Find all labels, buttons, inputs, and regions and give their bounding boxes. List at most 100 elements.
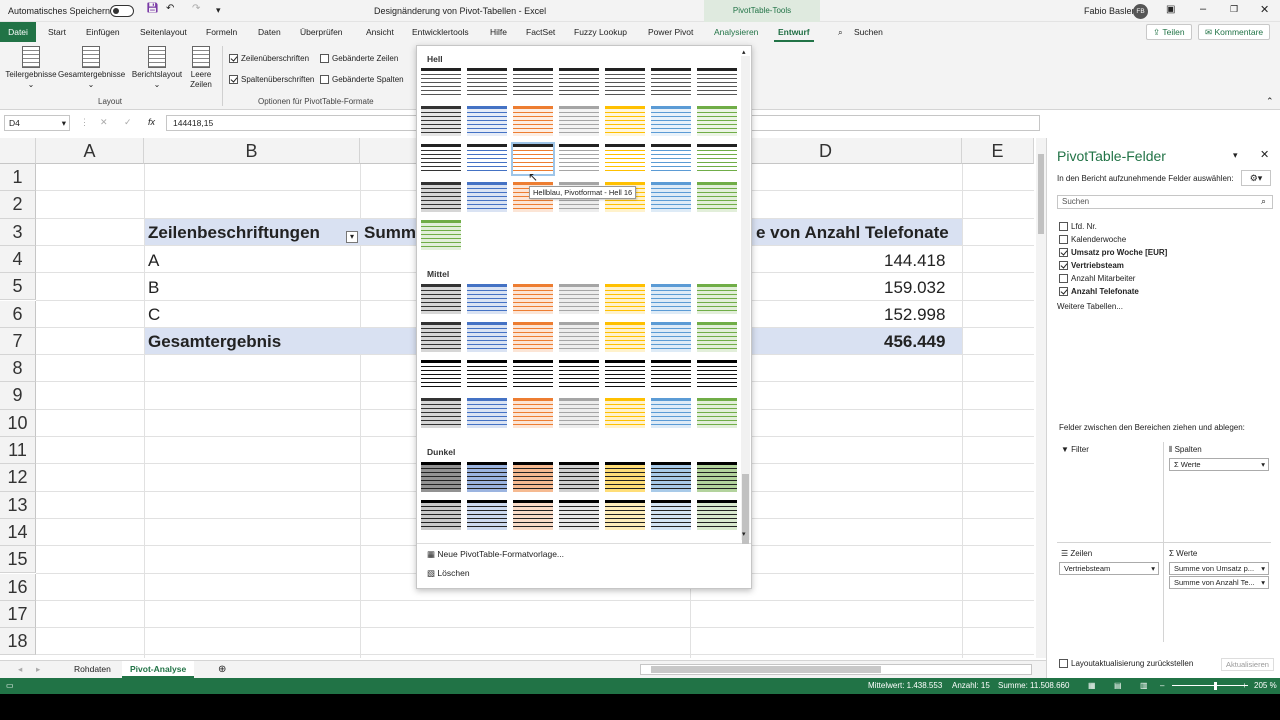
style-swatch-mittel[interactable] — [605, 322, 645, 352]
row-header[interactable]: 14 — [0, 518, 36, 547]
search-icon[interactable]: ⌕ — [834, 22, 847, 42]
row-header[interactable]: 18 — [0, 628, 36, 656]
style-swatch-mittel[interactable] — [697, 398, 737, 428]
redo-icon[interactable]: ↷ — [192, 4, 200, 14]
style-swatch-dunkel[interactable] — [559, 462, 599, 492]
sheet-tab-pivot-analyse[interactable]: Pivot-Analyse — [122, 661, 195, 678]
style-swatch-hell[interactable] — [559, 144, 599, 174]
tab-entwicklertools[interactable]: Entwicklertools — [408, 22, 473, 42]
tab-hilfe[interactable]: Hilfe — [486, 22, 511, 42]
insert-function-icon[interactable]: fx — [148, 117, 155, 127]
style-swatch-mittel[interactable] — [697, 284, 737, 314]
style-swatch-mittel[interactable] — [513, 398, 553, 428]
pivot-row-label[interactable]: B — [144, 274, 163, 301]
field-item[interactable]: Vertriebsteam — [1059, 261, 1124, 270]
tab-ansicht[interactable]: Ansicht — [362, 22, 398, 42]
horizontal-scrollbar[interactable] — [640, 664, 1032, 675]
style-swatch-hell[interactable] — [559, 68, 599, 98]
style-swatch-mittel[interactable] — [697, 322, 737, 352]
restore-icon[interactable]: ❐ — [1230, 4, 1238, 15]
page-layout-icon[interactable]: ▤ — [1114, 678, 1122, 694]
style-swatch-mittel[interactable] — [421, 322, 461, 352]
collapse-ribbon-icon[interactable]: ⌃ — [1266, 96, 1274, 107]
update-button[interactable]: Aktualisieren — [1221, 658, 1274, 671]
zoom-level[interactable]: 205 % — [1254, 678, 1277, 694]
style-swatch-hell[interactable] — [697, 106, 737, 136]
sheet-tab-rohdaten[interactable]: Rohdaten — [66, 661, 119, 678]
save-icon[interactable]: 💾︎ — [146, 4, 159, 14]
style-swatch-mittel[interactable] — [513, 360, 553, 390]
banded-rows-checkbox[interactable]: Gebänderte Zeilen — [320, 54, 398, 63]
more-tables-link[interactable]: Weitere Tabellen... — [1057, 302, 1123, 311]
zoom-slider[interactable] — [1172, 685, 1248, 686]
row-header[interactable]: 16 — [0, 573, 36, 601]
comments-button[interactable]: ✉ Kommentare — [1198, 24, 1271, 40]
row-header[interactable]: 10 — [0, 409, 36, 437]
gallery-scrollbar[interactable] — [741, 56, 750, 544]
values-field-umsatz[interactable]: Summe von Umsatz p... — [1169, 562, 1269, 575]
scroll-thumb[interactable] — [651, 666, 881, 673]
columns-field-values[interactable]: Σ Werte — [1169, 458, 1269, 471]
macro-record-icon[interactable]: ▭ — [6, 678, 14, 694]
column-header-b[interactable]: B — [144, 138, 360, 164]
normal-view-icon[interactable]: ▦ — [1088, 678, 1096, 694]
style-swatch-mittel[interactable] — [467, 284, 507, 314]
style-swatch-hell[interactable] — [605, 106, 645, 136]
style-swatch-hell[interactable] — [651, 144, 691, 174]
customize-qat-icon[interactable]: ▾ — [216, 5, 221, 16]
pivot-value-cell[interactable]: 144.418 — [880, 247, 949, 274]
style-swatch-mittel[interactable] — [421, 284, 461, 314]
style-swatch-hell[interactable] — [651, 106, 691, 136]
style-swatch-mittel[interactable] — [559, 398, 599, 428]
style-swatch-hell[interactable] — [651, 68, 691, 98]
pivot-row-labels-header[interactable]: Zeilenbeschriftungen — [144, 219, 324, 246]
cancel-icon[interactable]: ✕ — [100, 117, 108, 128]
ribbon-display-icon[interactable]: ▣ — [1166, 4, 1175, 15]
row-header[interactable]: 1 — [0, 164, 36, 192]
avatar[interactable]: FB — [1133, 4, 1148, 19]
style-swatch-dunkel[interactable] — [559, 500, 599, 530]
style-swatch-hell[interactable] — [697, 144, 737, 174]
row-header[interactable]: 9 — [0, 382, 36, 410]
field-item[interactable]: Anzahl Telefonate — [1059, 287, 1139, 296]
tab-entwurf[interactable]: Entwurf — [774, 22, 814, 42]
style-swatch-hell[interactable] — [421, 144, 461, 174]
tab-einfuegen[interactable]: Einfügen — [82, 22, 124, 42]
style-swatch-hell[interactable] — [467, 68, 507, 98]
field-checkbox[interactable] — [1059, 248, 1068, 257]
pivot-value-cell[interactable]: 159.032 — [880, 274, 949, 301]
scroll-thumb[interactable] — [1038, 154, 1044, 234]
row-header[interactable]: 7 — [0, 327, 36, 356]
scroll-up-icon[interactable]: ▴ — [742, 48, 746, 56]
style-swatch-mittel[interactable] — [651, 322, 691, 352]
pivot-row-label[interactable]: C — [144, 301, 164, 328]
scroll-down-icon[interactable]: ▾ — [742, 530, 746, 538]
tab-analysieren[interactable]: Analysieren — [710, 22, 762, 42]
zoom-in-icon[interactable]: + — [1242, 678, 1247, 694]
rows-field-vertriebsteam[interactable]: Vertriebsteam — [1059, 562, 1159, 575]
style-swatch-dunkel[interactable] — [421, 462, 461, 492]
field-item[interactable]: Lfd. Nr. — [1059, 222, 1097, 231]
style-swatch-mittel[interactable] — [651, 360, 691, 390]
style-swatch-hell[interactable] — [421, 220, 461, 250]
search-tell-me[interactable]: Suchen — [850, 22, 887, 42]
user-name[interactable]: Fabio Basler — [1084, 6, 1135, 16]
name-box[interactable]: D4 ▾ — [4, 115, 70, 131]
style-swatch-dunkel[interactable] — [651, 462, 691, 492]
style-swatch-mittel[interactable] — [467, 398, 507, 428]
style-swatch-dunkel[interactable] — [467, 500, 507, 530]
vertical-scrollbar[interactable] — [1036, 138, 1046, 658]
tab-daten[interactable]: Daten — [254, 22, 285, 42]
style-swatch-dunkel[interactable] — [605, 462, 645, 492]
row-header[interactable]: 11 — [0, 437, 36, 465]
tab-formeln[interactable]: Formeln — [202, 22, 241, 42]
select-all-corner[interactable] — [0, 138, 36, 164]
style-swatch-dunkel[interactable] — [467, 462, 507, 492]
field-search-input[interactable]: Suchen — [1057, 195, 1273, 209]
subtotals-button[interactable]: Teilergebnisse ⌄ — [4, 46, 58, 90]
style-swatch-mittel[interactable] — [467, 322, 507, 352]
style-swatch-dunkel[interactable] — [651, 500, 691, 530]
field-item[interactable]: Kalenderwoche — [1059, 235, 1126, 244]
style-swatch-mittel[interactable] — [559, 284, 599, 314]
column-header-a[interactable]: A — [36, 138, 144, 164]
